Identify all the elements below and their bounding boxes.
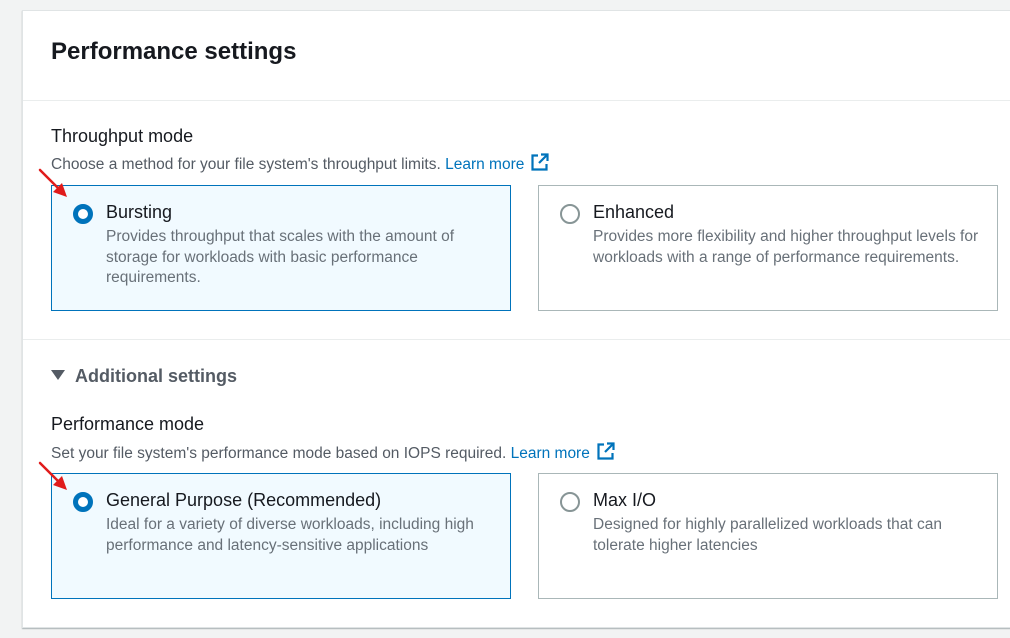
panel-title: Performance settings [51,38,297,65]
tile-enhanced[interactable]: Enhanced Provides more flexibility and h… [538,185,998,311]
performance-learn-more-link[interactable]: Learn more [510,442,616,462]
panel-header: Performance settings [23,11,1010,101]
external-link-icon [531,153,549,171]
tile-enhanced-description: Provides more flexibility and higher thr… [593,228,979,266]
radio-enhanced[interactable] [560,204,580,224]
tile-general-purpose-description: Ideal for a variety of diverse workloads… [106,516,474,554]
tile-general-purpose-title: General Purpose (Recommended) [106,490,382,510]
tile-bursting-description: Provides throughput that scales with the… [106,228,455,286]
performance-mode-label: Performance mode [51,414,205,434]
performance-learn-more-text: Learn more [510,445,590,462]
throughput-learn-more-text: Learn more [445,156,525,173]
tile-general-purpose[interactable]: General Purpose (Recommended) Ideal for … [51,473,511,599]
external-link-icon [597,442,615,460]
tile-enhanced-title: Enhanced [593,202,675,222]
tile-max-io-description: Designed for highly parallelized workloa… [593,516,942,554]
additional-settings-label: Additional settings [75,366,237,386]
tile-max-io-title: Max I/O [593,490,657,510]
throughput-mode-label: Throughput mode [51,126,194,146]
tile-max-io[interactable]: Max I/O Designed for highly parallelized… [538,473,998,599]
performance-settings-panel: Performance settings Throughput mode Cho… [22,10,1010,628]
performance-description-text: Set your file system's performance mode … [51,445,507,462]
radio-general-purpose[interactable] [73,492,93,512]
throughput-description-text: Choose a method for your file system's t… [51,156,441,173]
throughput-learn-more-link[interactable]: Learn more [445,153,550,173]
red-arrow-icon [38,168,67,197]
tile-bursting-title: Bursting [106,202,173,222]
radio-bursting[interactable] [73,204,93,224]
red-arrow-icon [38,461,67,490]
tile-bursting[interactable]: Bursting Provides throughput that scales… [51,185,511,311]
throughput-mode-description: Choose a method for your file system's t… [51,152,550,174]
caret-down-icon [51,370,65,380]
section-divider [23,339,1010,340]
additional-settings-toggle[interactable]: Additional settings [51,366,237,390]
radio-max-io[interactable] [560,492,580,512]
performance-mode-description: Set your file system's performance mode … [51,441,616,463]
